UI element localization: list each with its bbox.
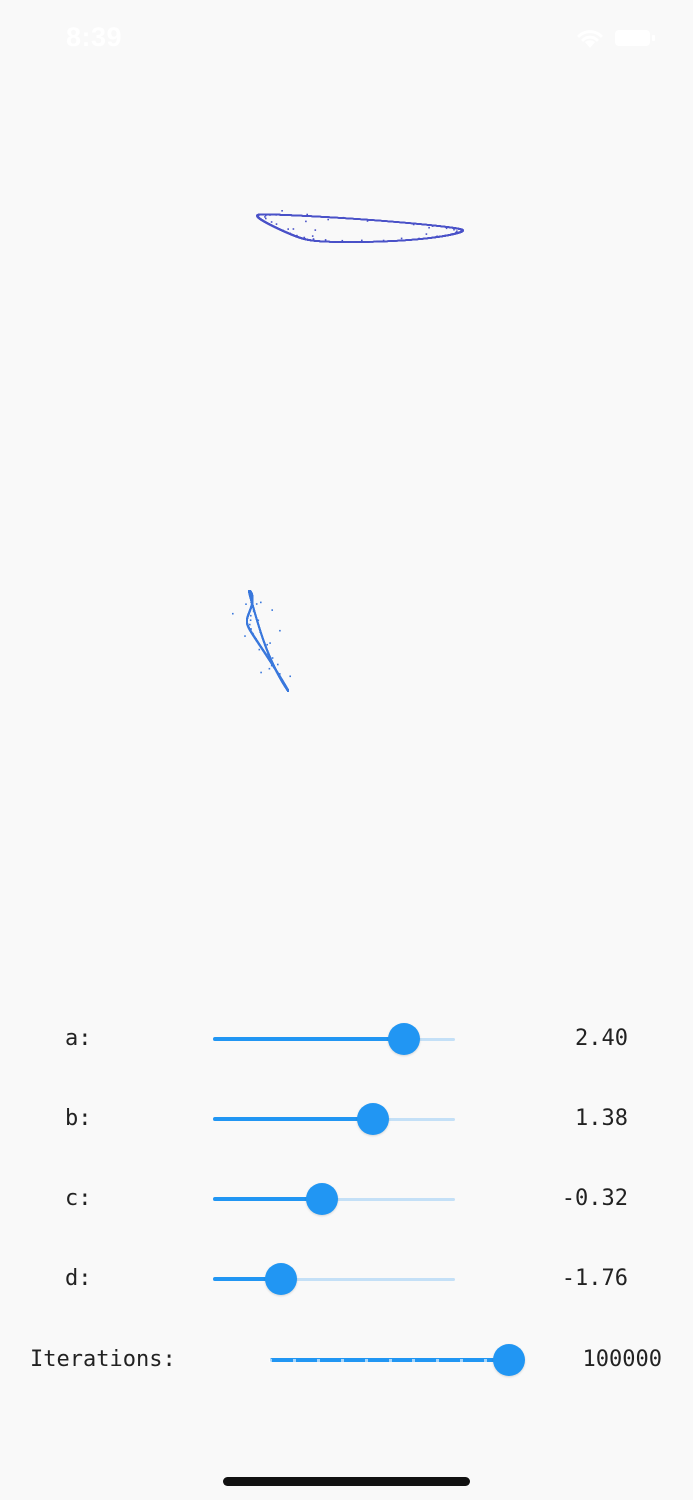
attractor-point [258,648,261,651]
attractor-point [249,623,251,626]
status-time: 8:39 [66,22,123,52]
attractor-point [266,643,268,646]
attractor-point [311,235,314,237]
attractor-point [255,603,258,605]
attractor-point [425,233,428,235]
attractor-point [260,671,262,674]
attractor-point [361,239,363,242]
attractor-point [268,667,271,670]
attractor-point [312,238,315,240]
attractor-point [327,218,329,221]
attractor-point [292,228,295,230]
attractor-point [264,216,266,218]
attractor-point [265,217,267,220]
attractor-point [324,239,327,241]
attractor-point [287,228,289,230]
battery-icon [615,30,655,46]
attractor-point [245,603,247,605]
attractor-point [271,657,274,659]
attractor-point [305,220,307,223]
attractor-point [275,223,278,225]
attractor-point [277,663,279,666]
attractor-point [400,237,403,240]
attractor-plot [232,210,464,692]
wifi-icon [577,30,603,48]
attractor-point [269,642,271,644]
attractor-point [314,229,317,231]
attractor-point [249,619,252,621]
attractor-point [250,614,252,617]
attractor-point [279,629,281,632]
attractor-point [453,228,455,231]
attractor-point [281,210,283,212]
attractor-point [244,635,246,637]
attractor-point [270,221,273,223]
status-bar: 8:39 [0,0,693,80]
attractor-point [289,675,291,678]
attractor-point [232,612,234,615]
attractor-point [428,226,430,229]
attractor-point [271,609,273,611]
attractor-point [306,213,308,216]
attractor-point [260,601,262,604]
